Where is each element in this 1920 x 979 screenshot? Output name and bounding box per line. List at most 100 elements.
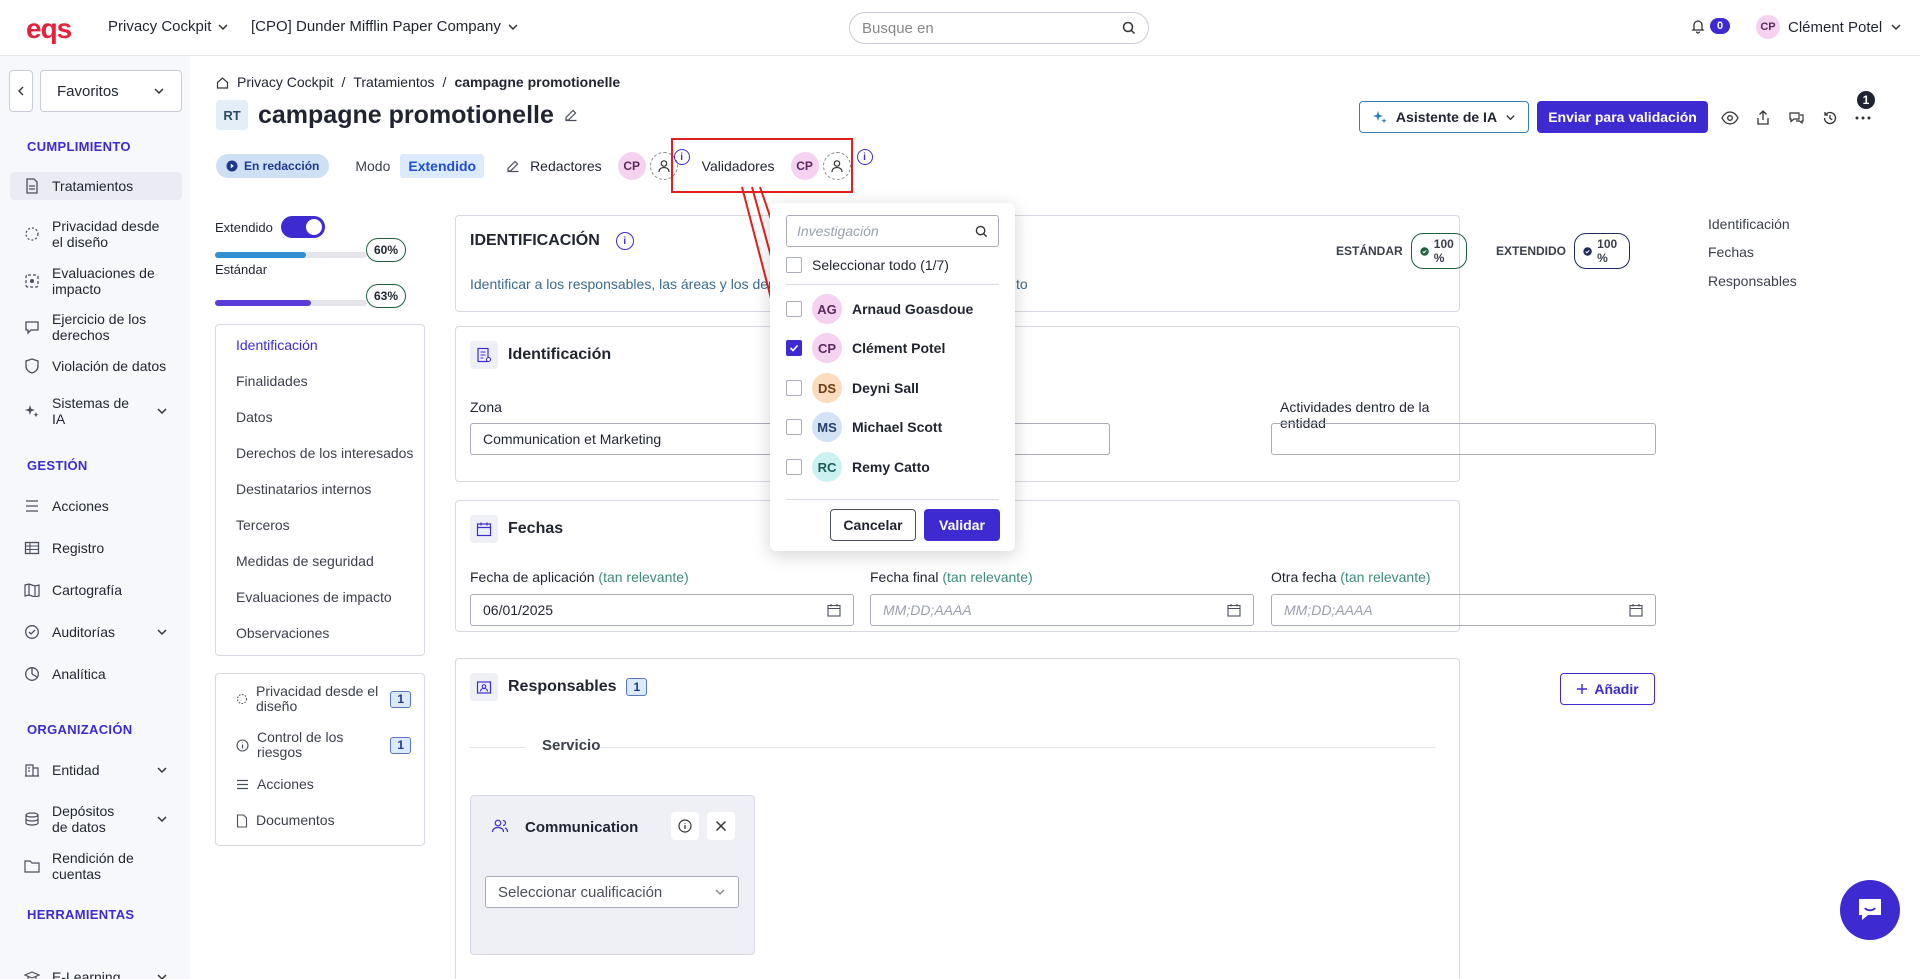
breadcrumb-treatments[interactable]: Tratamientos	[353, 74, 434, 90]
popup-search	[786, 215, 999, 247]
other-date-label: Otra fecha (tan relevante)	[1271, 569, 1431, 585]
comments-icon[interactable]	[1786, 108, 1806, 128]
sidebar-item-entity[interactable]: Entidad	[10, 756, 182, 784]
standard-progress-pct: 63%	[366, 284, 407, 308]
sidebar-item-audits[interactable]: Auditorías	[10, 618, 182, 646]
document-icon	[24, 178, 40, 194]
nav-item-third-parties[interactable]: Terceros	[236, 517, 290, 533]
editor-avatar[interactable]: CP	[617, 152, 646, 180]
pen-icon	[507, 160, 519, 173]
right-nav-responsables[interactable]: Responsables	[1708, 273, 1797, 289]
sidebar-item-ai-systems[interactable]: Sistemas de IA	[10, 389, 182, 433]
select-all-checkbox[interactable]	[786, 257, 802, 273]
more-options-icon[interactable]	[1853, 108, 1873, 128]
favorites-dropdown[interactable]: Favoritos	[40, 70, 182, 112]
application-date-field[interactable]: 06/01/2025	[470, 594, 854, 626]
sidebar-item-rights[interactable]: Ejercicio de los derechos	[10, 305, 182, 349]
nav-item-subject-rights[interactable]: Derechos de los interesados	[236, 445, 413, 461]
breadcrumb-home[interactable]: Privacy Cockpit	[237, 74, 333, 90]
user-name: Clément Potel	[852, 340, 946, 356]
responsable-info-button[interactable]	[671, 812, 699, 840]
user-row-rc[interactable]: RC Remy Catto	[786, 452, 930, 482]
nav-item-data[interactable]: Datos	[236, 409, 273, 425]
sidebar-item-treatments[interactable]: Tratamientos	[10, 172, 182, 201]
responsables-section-title: Responsables 1	[470, 673, 648, 701]
highlight-box	[671, 138, 853, 193]
collapse-sidebar-button[interactable]	[9, 70, 33, 112]
nav-item-observations[interactable]: Observaciones	[236, 625, 329, 641]
org-icon	[470, 673, 498, 701]
cancel-button[interactable]: Cancelar	[830, 509, 916, 541]
user-checkbox[interactable]	[786, 301, 802, 317]
info-icon[interactable]: i	[615, 232, 634, 250]
user-row-ds[interactable]: DS Deyni Sall	[786, 373, 919, 403]
sidebar-item-impact-assessments[interactable]: Evaluaciones de impacto	[10, 259, 182, 303]
user-menu[interactable]: CP Clément Potel	[1756, 15, 1902, 39]
add-responsable-button[interactable]: Añadir	[1560, 673, 1655, 705]
map-icon	[24, 582, 40, 598]
user-row-ag[interactable]: AG Arnaud Goasdoue	[786, 294, 973, 324]
info-icon[interactable]: i	[856, 149, 873, 165]
link-documents[interactable]: Documentos	[236, 812, 411, 828]
final-date-field[interactable]: MM;DD;AAAA	[870, 594, 1254, 626]
chat-bubble-icon	[1859, 899, 1881, 920]
other-date-field[interactable]: MM;DD;AAAA	[1271, 594, 1656, 626]
edit-icon[interactable]	[564, 108, 578, 122]
sidebar-item-register[interactable]: Registro	[10, 534, 182, 562]
sidebar-item-accountability[interactable]: Rendición de cuentas	[10, 844, 182, 888]
link-actions[interactable]: Acciones	[236, 776, 411, 792]
sidebar-item-label: Entidad	[52, 762, 100, 778]
sidebar-item-cartography[interactable]: Cartografía	[10, 576, 182, 604]
user-checkbox[interactable]	[786, 419, 802, 435]
sidebar-item-privacy-by-design[interactable]: Privacidad desde el diseño	[10, 212, 182, 256]
user-row-cp[interactable]: CP Clément Potel	[786, 333, 945, 363]
sidebar: Favoritos CUMPLIMIENTO Tratamientos Priv…	[0, 56, 190, 979]
user-avatar: AG	[812, 294, 842, 324]
sidebar-item-label: Tratamientos	[52, 178, 134, 194]
company-switcher[interactable]: [CPO] Dunder Mifflin Paper Company	[251, 18, 519, 35]
database-icon	[24, 811, 40, 827]
list-icon	[24, 498, 40, 514]
popup-search-input[interactable]	[797, 223, 957, 239]
eqs-logo[interactable]: eqs	[26, 13, 72, 45]
nav-item-identification[interactable]: Identificación	[236, 337, 318, 353]
nav-item-internal-recipients[interactable]: Destinatarios internos	[236, 481, 371, 497]
select-all-row[interactable]: Seleccionar todo (1/7)	[786, 257, 949, 273]
privacy-count-badge: 1	[390, 690, 411, 708]
share-icon[interactable]	[1753, 108, 1773, 128]
app-switcher[interactable]: Privacy Cockpit	[108, 18, 229, 35]
qualification-select[interactable]: Seleccionar cualificación	[485, 876, 739, 908]
sidebar-item-elearning[interactable]: E-Learning	[10, 963, 182, 979]
notifications-button[interactable]: 0	[1690, 18, 1731, 34]
ai-assistant-button[interactable]: Asistente de IA	[1359, 101, 1529, 133]
sidebar-item-data-repositories[interactable]: Depósitos de datos	[10, 797, 182, 841]
right-nav-identification[interactable]: Identificación	[1708, 216, 1790, 232]
dotted-circle-icon	[24, 226, 40, 242]
submit-validation-button[interactable]: Enviar para validación	[1537, 101, 1708, 133]
right-nav-dates[interactable]: Fechas	[1708, 244, 1754, 260]
search-input[interactable]	[862, 19, 1092, 37]
sidebar-item-label: Evaluaciones de impacto	[52, 265, 155, 298]
activities-field[interactable]	[1271, 423, 1656, 455]
nav-item-purposes[interactable]: Finalidades	[236, 373, 308, 389]
user-checkbox[interactable]	[786, 340, 802, 356]
mode-value[interactable]: Extendido	[400, 154, 485, 178]
remove-responsable-button[interactable]	[707, 812, 735, 840]
sidebar-item-data-breach[interactable]: Violación de datos	[10, 352, 182, 380]
link-privacy-by-design[interactable]: Privacidad desde el diseño 1	[236, 683, 411, 715]
validate-button[interactable]: Validar	[924, 509, 1000, 541]
extended-toggle[interactable]	[280, 216, 325, 238]
nav-item-security-measures[interactable]: Medidas de seguridad	[236, 553, 374, 569]
user-row-ms[interactable]: MS Michael Scott	[786, 412, 942, 442]
link-risk-control[interactable]: Control de los riesgos 1	[236, 729, 411, 761]
search-icon	[975, 225, 988, 237]
sidebar-item-actions[interactable]: Acciones	[10, 492, 182, 520]
nav-item-impact-assessments[interactable]: Evaluaciones de impacto	[236, 589, 392, 605]
user-checkbox[interactable]	[786, 380, 802, 396]
sidebar-item-analytics[interactable]: Analítica	[10, 660, 182, 688]
user-avatar: DS	[812, 373, 842, 403]
help-chat-button[interactable]	[1840, 880, 1900, 940]
history-icon[interactable]	[1820, 108, 1840, 128]
eye-icon[interactable]	[1720, 108, 1740, 128]
user-checkbox[interactable]	[786, 459, 802, 475]
